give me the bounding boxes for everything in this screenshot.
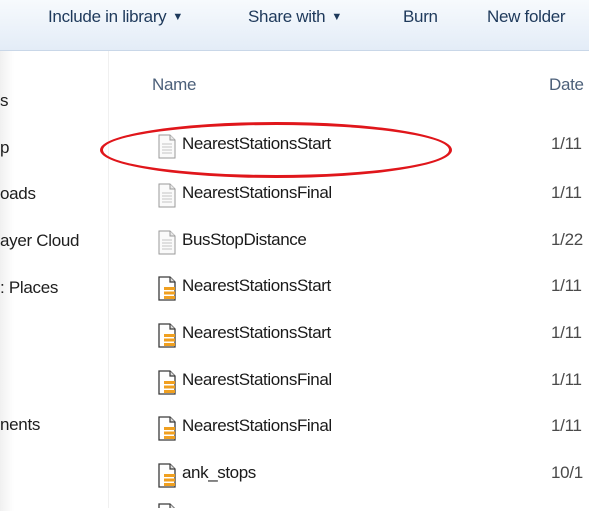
navigation-pane: s p oads ayer Cloud : Places nents: [0, 51, 109, 508]
document-icon: [156, 134, 178, 159]
chevron-down-icon: ▼: [331, 11, 342, 23]
nav-item-desktop[interactable]: p: [0, 138, 9, 158]
burn-label: Burn: [403, 7, 438, 26]
file-name: BusStopDistance: [182, 230, 307, 249]
database-document-icon: [156, 323, 178, 348]
file-date: 1/11: [551, 276, 582, 295]
file-date: 1/11: [551, 323, 582, 342]
file-name: NearestStationsFinal: [182, 370, 332, 389]
document-icon: [156, 183, 178, 208]
file-name: NearestStationsStart: [182, 134, 331, 153]
file-name: NearestStationsFinal: [182, 416, 332, 435]
database-document-icon: [156, 416, 178, 441]
share-with-label: Share with: [248, 7, 326, 26]
file-row[interactable]: NearestStationsFinal 1/11: [150, 180, 589, 210]
nav-item-downloads[interactable]: oads: [0, 184, 36, 204]
file-date: 1/11: [551, 183, 582, 202]
document-icon: [156, 230, 178, 255]
file-date: 1/22: [551, 230, 583, 249]
nav-item-documents[interactable]: nents: [0, 415, 40, 435]
file-name: NearestStationsStart: [182, 276, 331, 295]
file-date: 1/11: [551, 134, 582, 153]
database-document-icon: [156, 276, 178, 301]
nav-item-recent-places[interactable]: : Places: [0, 278, 58, 298]
database-document-icon: [156, 370, 178, 395]
nav-item-libraries[interactable]: s: [0, 91, 9, 111]
file-row[interactable]: ank_stops 10/1: [150, 460, 589, 490]
file-row[interactable]: NearestStationsStart 1/11: [150, 273, 589, 303]
file-row[interactable]: NearestStationsStart 1/11: [150, 320, 589, 350]
file-row[interactable]: NearestStationsFinal 1/11: [150, 413, 589, 443]
file-row[interactable]: NearestStationsStart 1/11: [150, 131, 589, 161]
file-row[interactable]: BusStopDistance 1/22: [150, 227, 589, 257]
file-name: NearestStationsStart: [182, 323, 331, 342]
new-folder-button[interactable]: New folder: [487, 7, 566, 27]
file-date: 10/1: [551, 463, 583, 482]
command-bar: Include in library ▼ Share with ▼ Burn New…: [0, 0, 589, 51]
burn-button[interactable]: Burn: [403, 7, 438, 27]
file-name: NearestStationsFinal: [182, 183, 332, 202]
column-header-name[interactable]: Name: [152, 75, 196, 95]
chevron-down-icon: ▼: [172, 11, 183, 23]
column-header-date[interactable]: Date: [549, 75, 584, 95]
file-date: 1/11: [551, 370, 582, 389]
include-in-library-button[interactable]: Include in library ▼: [48, 7, 183, 27]
file-date: 1/11: [551, 416, 582, 435]
share-with-button[interactable]: Share with ▼: [248, 7, 342, 27]
new-folder-label: New folder: [487, 7, 566, 26]
database-document-icon: [156, 463, 178, 488]
include-in-library-label: Include in library: [48, 7, 167, 26]
nav-item-cloud[interactable]: ayer Cloud: [0, 231, 80, 251]
file-row-partial[interactable]: [150, 500, 589, 508]
file-name: ank_stops: [182, 463, 256, 482]
file-row[interactable]: NearestStationsFinal 1/11: [150, 367, 589, 397]
document-icon: [156, 503, 178, 508]
